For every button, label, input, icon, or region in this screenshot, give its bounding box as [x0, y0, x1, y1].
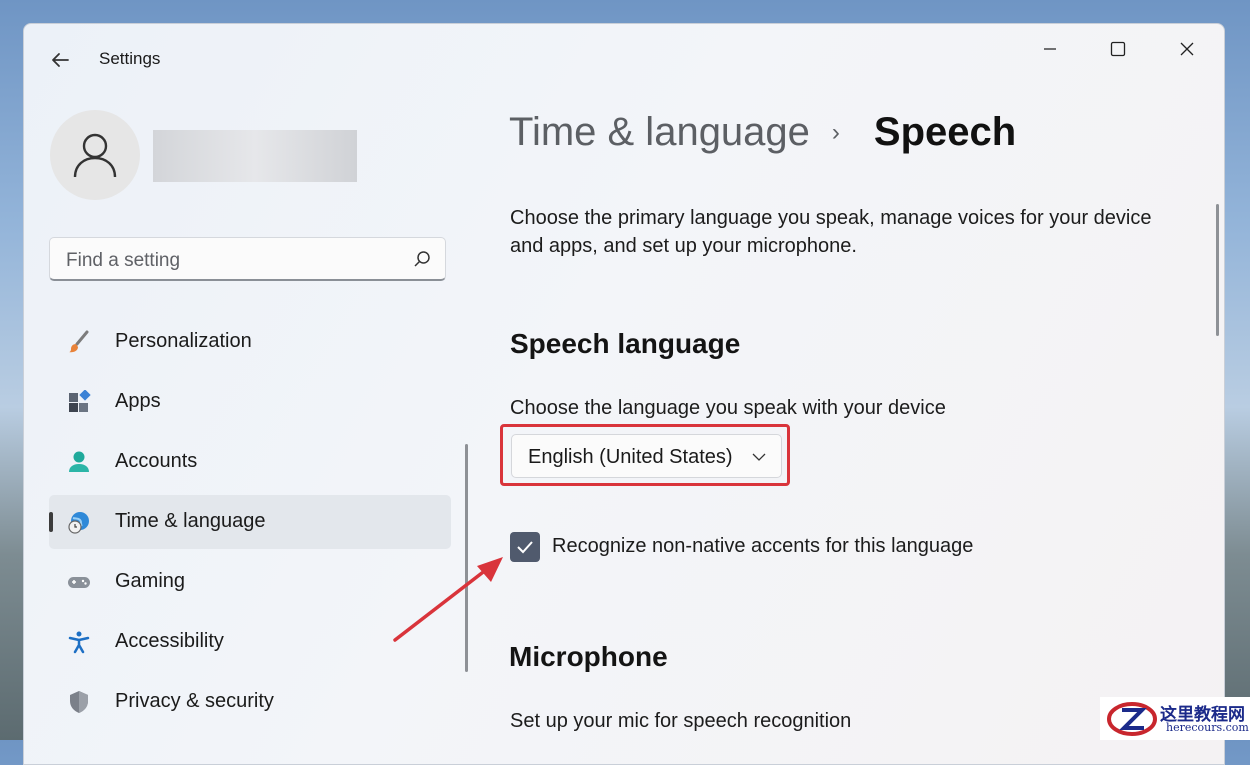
sidebar-item-label: Apps — [115, 390, 161, 412]
sidebar-item-label: Time & language — [115, 510, 266, 532]
page-description: Choose the primary language you speak, m… — [510, 207, 1152, 257]
minimize-icon — [1044, 48, 1056, 50]
accounts-icon — [69, 451, 89, 472]
search-icon[interactable] — [413, 250, 431, 268]
settings-window: Settings Find a setting Personalization … — [23, 23, 1225, 765]
non-native-accents-label[interactable]: Recognize non-native accents for this la… — [552, 535, 973, 558]
accessibility-icon — [68, 631, 90, 654]
sidebar-item-personalization[interactable]: Personalization — [49, 315, 451, 369]
sidebar-item-label: Accounts — [115, 450, 198, 472]
breadcrumb-separator: › — [831, 118, 840, 146]
sidebar-item-label: Personalization — [115, 330, 252, 352]
sidebar-item-time-language[interactable]: Time & language — [49, 495, 451, 549]
sidebar-item-privacy-security[interactable]: Privacy & security — [49, 675, 451, 729]
speech-language-heading: Speech language — [510, 328, 741, 359]
breadcrumb: Time & language › Speech — [509, 110, 1016, 155]
sidebar-item-label: Gaming — [115, 570, 186, 592]
back-arrow-icon[interactable] — [48, 48, 72, 72]
watermark-url: herecours.com — [1166, 721, 1249, 734]
maximize-icon — [1110, 41, 1126, 57]
time-language-icon — [68, 512, 89, 534]
gamepad-icon — [68, 577, 90, 588]
minimize-button[interactable] — [1027, 34, 1073, 64]
watermark: 这里教程网 herecours.com — [1100, 697, 1250, 740]
avatar[interactable] — [50, 110, 140, 200]
search-placeholder: Find a setting — [66, 250, 181, 271]
sidebar-item-accounts[interactable]: Accounts — [49, 435, 451, 489]
account-name-redacted — [153, 130, 357, 182]
breadcrumb-parent[interactable]: Time & language — [509, 110, 810, 155]
sidebar-item-apps[interactable]: Apps — [49, 375, 451, 429]
content-scrollbar[interactable] — [1216, 204, 1219, 336]
watermark-logo-icon — [1107, 702, 1157, 736]
search-input[interactable]: Find a setting — [49, 237, 446, 281]
shield-icon — [70, 691, 88, 713]
microphone-label: Set up your mic for speech recognition — [510, 710, 852, 732]
close-button[interactable] — [1164, 34, 1210, 64]
selection-indicator — [49, 512, 53, 532]
page-title: Speech — [873, 110, 1017, 154]
sidebar-item-label: Accessibility — [115, 630, 224, 652]
app-title: Settings — [99, 49, 161, 68]
dropdown-value: English (United States) — [528, 446, 733, 468]
checkmark-icon — [517, 541, 533, 554]
apps-icon — [69, 390, 91, 412]
maximize-button[interactable] — [1095, 34, 1141, 64]
brush-icon — [69, 330, 89, 353]
close-icon — [1180, 42, 1194, 56]
non-native-accents-checkbox[interactable] — [510, 532, 540, 562]
annotation-arrow-icon — [393, 557, 503, 642]
sidebar-item-label: Privacy & security — [115, 690, 274, 712]
speech-language-label: Choose the language you speak with your … — [510, 397, 946, 419]
sidebar-nav: Personalization Apps Accounts Time & lan… — [49, 315, 451, 735]
chevron-down-icon — [752, 453, 766, 461]
speech-language-dropdown[interactable]: English (United States) — [511, 434, 782, 478]
microphone-heading: Microphone — [509, 641, 668, 672]
user-icon — [73, 133, 117, 178]
